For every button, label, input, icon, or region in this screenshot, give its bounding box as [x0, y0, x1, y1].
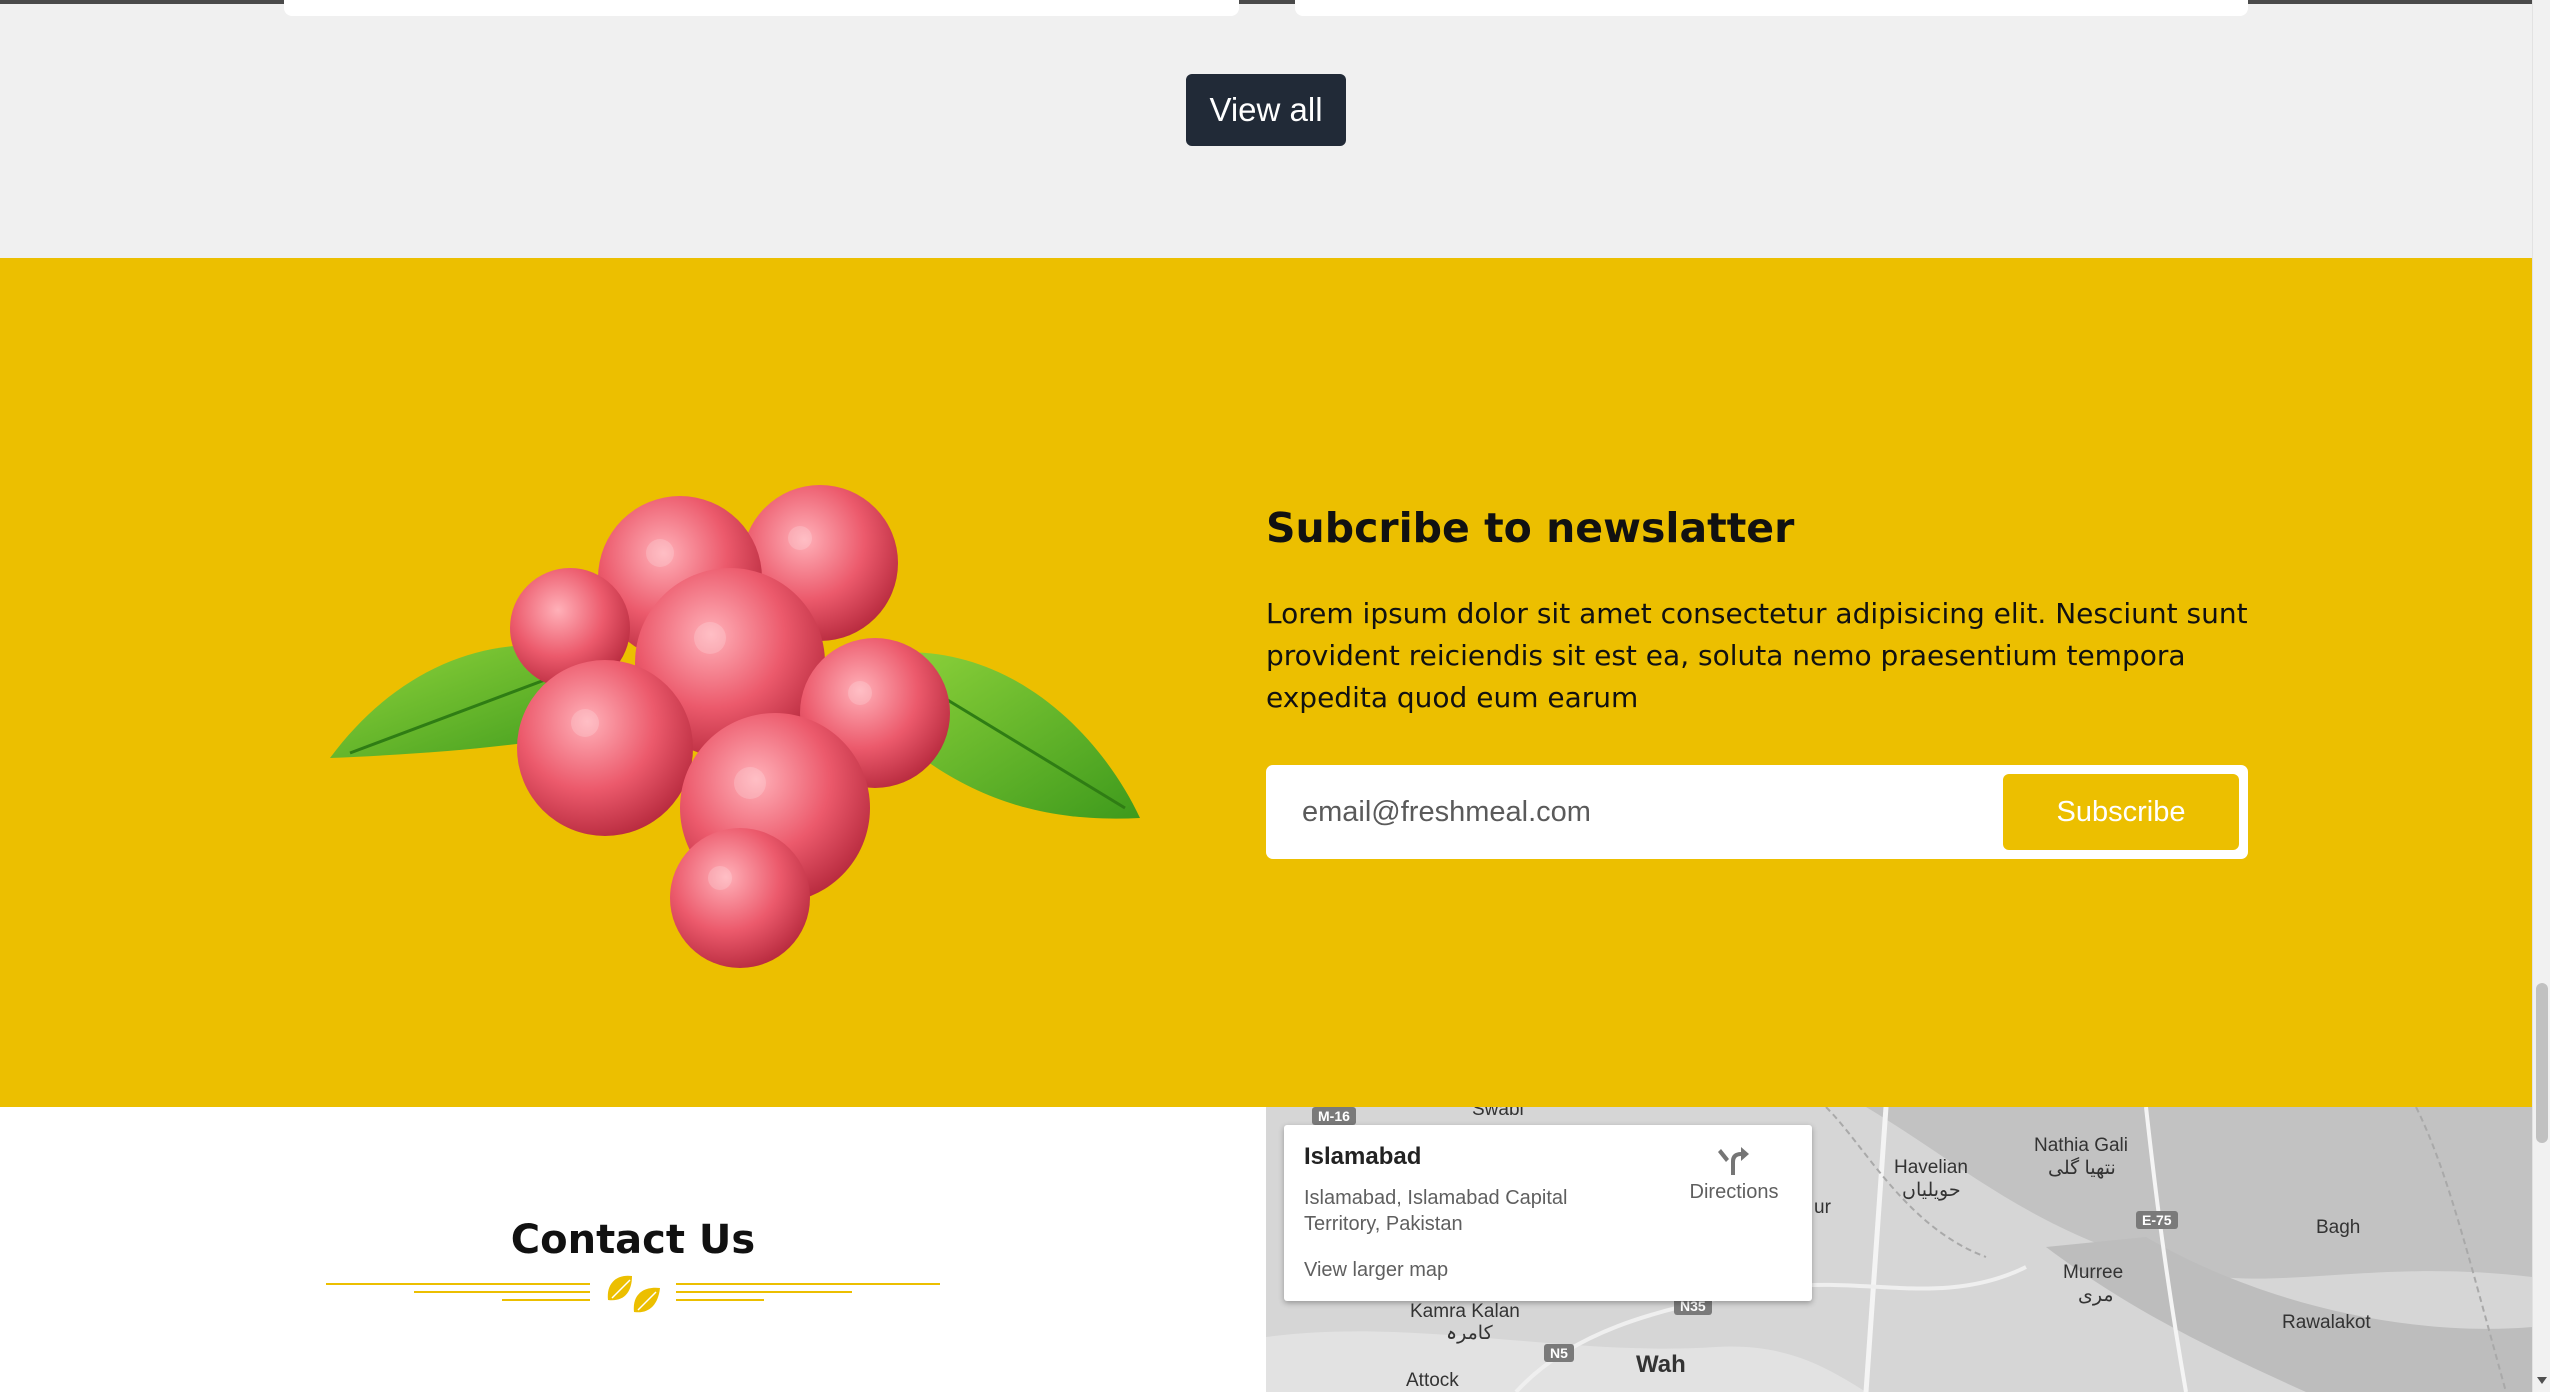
map-label: Bagh: [2316, 1217, 2361, 1238]
road-badge: N5: [1544, 1344, 1574, 1362]
road-badge: M-16: [1312, 1107, 1356, 1125]
scrollbar-thumb[interactable]: [2536, 983, 2548, 1143]
map-info-card: Islamabad Islamabad, Islamabad Capital T…: [1284, 1125, 1812, 1301]
title-ornament: [326, 1275, 940, 1313]
map-label: Havelian: [1894, 1157, 1968, 1178]
map-label: Kamra Kalan: [1410, 1301, 1520, 1322]
product-card[interactable]: [1295, 0, 2248, 16]
scroll-down-icon[interactable]: [2537, 1377, 2547, 1384]
view-all-button[interactable]: View all: [1186, 74, 1346, 146]
raspberries-image: [330, 485, 1140, 968]
leaf-icon: [607, 1275, 660, 1313]
directions-label: Directions: [1689, 1181, 1779, 1203]
map-label: مری: [2078, 1285, 2114, 1306]
road-badge: E-75: [2136, 1211, 2178, 1229]
map-label: Swabi: [1472, 1107, 1524, 1120]
newsletter-section: Subcribe to newslatter Lorem ipsum dolor…: [0, 258, 2532, 1107]
map-label: نتھیا گلی: [2048, 1158, 2116, 1179]
contact-section: Contact Us: [0, 1107, 1266, 1392]
newsletter-title: Subcribe to newslatter: [1266, 504, 1795, 552]
map-label: کامرہ: [1446, 1323, 1493, 1344]
map-label: Nathia Gali: [2034, 1135, 2128, 1156]
contact-title: Contact Us: [510, 1217, 756, 1263]
map-place-name: Islamabad: [1304, 1143, 1422, 1170]
subscribe-button[interactable]: Subscribe: [2003, 774, 2239, 850]
directions-button[interactable]: Directions: [1674, 1143, 1794, 1204]
directions-icon: [1718, 1147, 1749, 1175]
subscribe-form: Subscribe: [1266, 765, 2248, 859]
map-label: Wah: [1636, 1351, 1686, 1378]
map-label: Rawalakot: [2282, 1312, 2371, 1333]
view-larger-map-link[interactable]: View larger map: [1304, 1259, 1448, 1282]
page-scrollbar[interactable]: [2532, 0, 2550, 1392]
map-label: Attock: [1406, 1370, 1459, 1391]
email-input[interactable]: [1266, 765, 1996, 859]
newsletter-description: Lorem ipsum dolor sit amet consectetur a…: [1266, 597, 2248, 714]
map-label: ur: [1814, 1197, 1831, 1218]
product-card[interactable]: [284, 0, 1239, 16]
embedded-map[interactable]: Swabi Havelian حویلیاں Nathia Gali نتھیا…: [1266, 1107, 2532, 1392]
map-label: حویلیاں: [1902, 1180, 1961, 1201]
map-place-address: Islamabad, Islamabad Capital Territory, …: [1304, 1187, 1568, 1235]
product-cards-row: [0, 0, 2532, 30]
map-label: Murree: [2063, 1262, 2124, 1283]
